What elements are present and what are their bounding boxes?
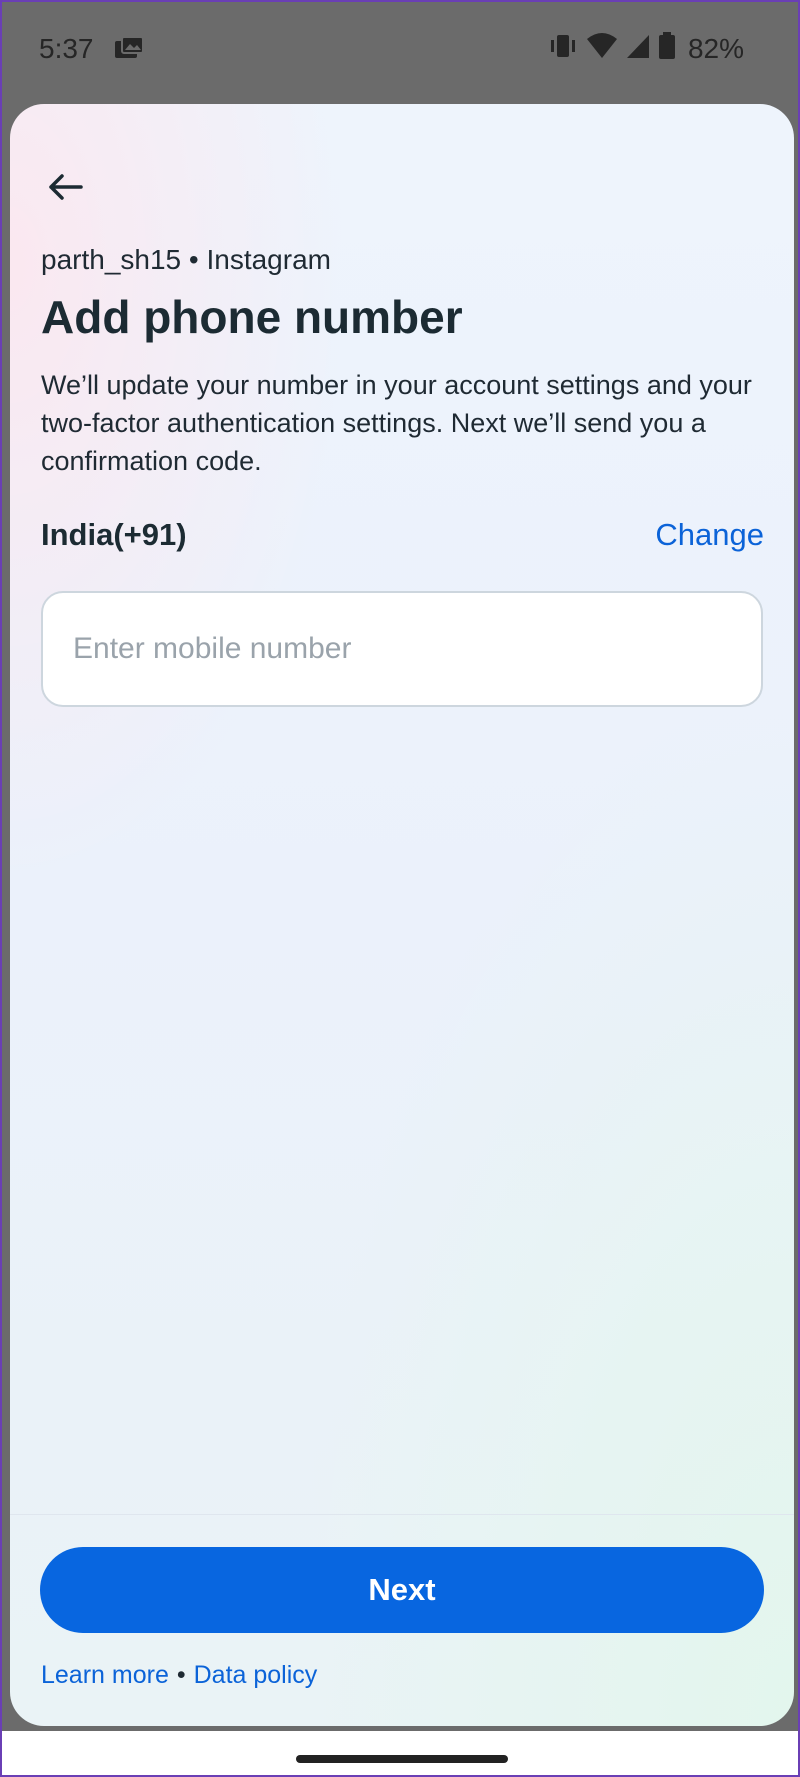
account-line: parth_sh15 • Instagram — [41, 244, 331, 275]
next-button[interactable]: Next — [40, 1547, 764, 1633]
status-icons: 82% — [548, 32, 744, 65]
country-code-label: India(+91) — [41, 517, 187, 552]
status-time: 5:37 — [39, 33, 94, 64]
navigation-bar — [2, 1731, 798, 1775]
home-gesture-handle[interactable] — [296, 1755, 508, 1763]
status-bar: 5:37 82% — [2, 2, 798, 98]
battery-icon — [658, 32, 676, 65]
page-title: Add phone number — [41, 291, 463, 343]
wifi-icon — [586, 33, 618, 64]
photo-notification-icon — [114, 36, 144, 60]
phone-screen: 5:37 82% parth_sh15 • Instagram Add phon… — [0, 0, 800, 1777]
change-country-link[interactable]: Change — [655, 517, 764, 553]
footer-separator: • — [176, 1661, 186, 1689]
vibrate-icon — [548, 33, 578, 64]
description-text: We’ll update your number in your account… — [41, 370, 752, 476]
mobile-number-input[interactable] — [41, 591, 763, 707]
learn-more-link[interactable]: Learn more — [41, 1661, 169, 1690]
data-policy-link[interactable]: Data policy — [194, 1661, 318, 1690]
add-phone-sheet: parth_sh15 • Instagram Add phone number … — [10, 104, 794, 1726]
arrow-left-icon — [49, 174, 83, 200]
footer-links: Learn more • Data policy — [41, 1661, 317, 1690]
back-button[interactable] — [40, 162, 90, 212]
battery-percent: 82% — [687, 32, 744, 64]
signal-icon — [626, 33, 650, 64]
footer-divider — [10, 1514, 794, 1515]
